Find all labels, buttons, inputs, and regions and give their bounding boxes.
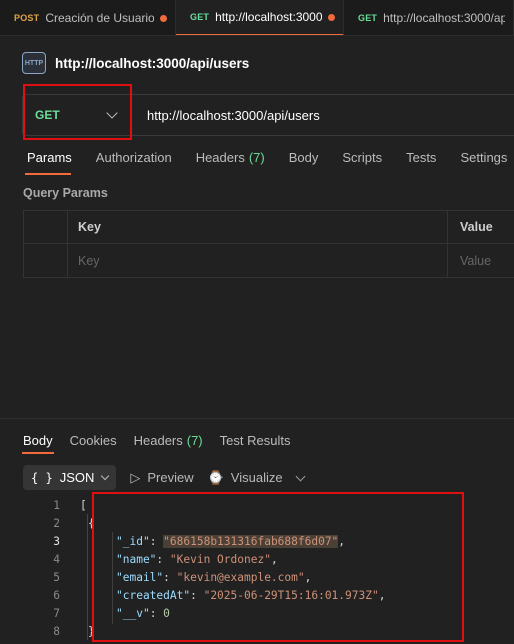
tab-authorization[interactable]: Authorization (96, 150, 172, 176)
tab-settings[interactable]: Settings (460, 150, 507, 176)
active-response-tab-indicator (22, 452, 54, 454)
code-line: 7 "__v": 0 (0, 605, 514, 623)
line-number: 4 (53, 553, 60, 566)
line-number: 6 (53, 589, 60, 602)
tab-get-users-2[interactable]: GET http://localhost:3000/ap (344, 0, 514, 35)
key-input[interactable]: Key (68, 244, 448, 277)
json-key: "createdAt" (116, 589, 191, 602)
request-tabs: Params Authorization Headers (7) Body Sc… (27, 150, 514, 176)
tab-headers-label: Headers (195, 150, 245, 165)
response-divider[interactable] (0, 418, 514, 419)
response-tab-test-results[interactable]: Test Results (220, 433, 291, 448)
code-text: "email": "kevin@example.com", (116, 571, 312, 584)
json-key: "_id" (116, 535, 150, 548)
tab-post-creacion-usuarios[interactable]: POST Creación de Usuarios ( (0, 0, 176, 35)
method-dropdown[interactable]: GET (23, 95, 131, 135)
response-toolbar: { } JSON ▷ Preview ⌚ Visualize (23, 465, 306, 490)
unsaved-dot-icon (160, 14, 167, 22)
format-label: JSON (59, 470, 95, 485)
visualize-label: Visualize (230, 470, 283, 485)
visualize-chevron-down-icon[interactable] (295, 471, 306, 481)
url-bar: GET (22, 94, 514, 136)
indent-guide (87, 514, 88, 640)
code-text: "createdAt": "2025-06-29T15:16:01.973Z", (116, 589, 386, 602)
value-column-header: Value (460, 220, 493, 234)
tab-method-label: POST (14, 13, 40, 23)
tab-strip: POST Creación de Usuarios ( GET http://l… (0, 0, 514, 36)
table-row: Key Value (24, 244, 514, 277)
line-number: 1 (53, 499, 60, 512)
query-params-table: Key Value Key Value (23, 210, 514, 278)
response-tabs: Body Cookies Headers (7) Test Results (23, 433, 307, 448)
tab-get-users-active[interactable]: GET http://localhost:3000/ap (176, 0, 344, 35)
request-title-bar: HTTP http://localhost:3000/api/users (22, 50, 249, 76)
json-key: "email" (116, 571, 164, 584)
code-line: 6 "createdAt": "2025-06-29T15:16:01.973Z… (0, 587, 514, 605)
tab-title: http://localhost:3000/ap (215, 10, 322, 24)
code-text: "__v": 0 (116, 607, 170, 620)
code-text: { (88, 517, 95, 530)
tab-title: http://localhost:3000/ap (383, 11, 505, 25)
http-request-icon: HTTP (22, 52, 46, 74)
json-value: "Kevin Ordonez" (169, 553, 271, 566)
code-text: "name": "Kevin Ordonez", (116, 553, 278, 566)
line-number: 2 (53, 517, 60, 530)
headers-count-badge: (7) (248, 150, 265, 165)
response-tab-headers[interactable]: Headers (7) (134, 433, 203, 448)
tab-method-label: GET (358, 13, 378, 23)
chevron-down-icon (106, 107, 118, 119)
line-number: 5 (53, 571, 60, 584)
response-tab-headers-label: Headers (133, 433, 183, 448)
json-value: "kevin@example.com" (176, 571, 305, 584)
play-icon: ▷ (130, 469, 141, 485)
table-header-row: Key Value (24, 211, 514, 244)
code-text: "_id": "686158b131316fab688f6d07", (116, 535, 346, 548)
code-line: 4 "name": "Kevin Ordonez", (0, 551, 514, 569)
row-checkbox-cell (24, 244, 68, 277)
tab-headers[interactable]: Headers (7) (196, 150, 265, 176)
format-dropdown[interactable]: { } JSON (23, 465, 117, 490)
line-number: 7 (53, 607, 60, 620)
code-text: } (88, 625, 95, 638)
value-input[interactable]: Value (448, 244, 514, 277)
request-title[interactable]: http://localhost:3000/api/users (55, 56, 249, 71)
json-value: "686158b131316fab688f6d07" (163, 535, 339, 548)
code-line: 8 } (0, 623, 514, 641)
json-value: 0 (163, 607, 170, 620)
line-number: 3 (53, 535, 60, 548)
code-line: 2 { (0, 515, 514, 533)
response-body-editor[interactable]: 1 [ 2 { 3 "_id": "686158b131316fab688f6d… (0, 497, 514, 641)
active-tab-indicator (25, 173, 71, 175)
code-line: 3 "_id": "686158b131316fab688f6d07", (0, 533, 514, 551)
braces-icon: { } (31, 470, 53, 485)
tab-body[interactable]: Body (289, 150, 319, 176)
code-line: 1 [ (0, 497, 514, 515)
url-input[interactable] (131, 95, 514, 135)
response-headers-count-badge: (7) (186, 433, 203, 448)
tab-tests[interactable]: Tests (406, 150, 436, 176)
json-value: "2025-06-29T15:16:01.973Z" (203, 589, 379, 602)
preview-label: Preview (147, 470, 194, 485)
json-key: "__v" (116, 607, 150, 620)
tab-title: Creación de Usuarios ( (45, 11, 154, 25)
response-tab-body[interactable]: Body (23, 433, 53, 448)
unsaved-dot-icon (328, 13, 335, 21)
line-number: 8 (53, 625, 60, 638)
tab-scripts[interactable]: Scripts (342, 150, 382, 176)
key-column-header: Key (68, 211, 448, 243)
response-tab-cookies[interactable]: Cookies (70, 433, 117, 448)
code-line: 5 "email": "kevin@example.com", (0, 569, 514, 587)
chevron-down-icon (101, 471, 110, 481)
preview-button[interactable]: ▷ Preview (130, 470, 193, 486)
tab-method-label: GET (190, 12, 210, 22)
method-value: GET (35, 108, 60, 122)
json-key: "name" (116, 553, 157, 566)
code-text: [ (80, 499, 87, 512)
visualize-icon: ⌚ (207, 469, 224, 485)
checkbox-column-header (24, 211, 68, 243)
visualize-button[interactable]: ⌚ Visualize (208, 470, 283, 486)
query-params-title: Query Params (23, 186, 108, 200)
indent-guide (112, 532, 113, 624)
